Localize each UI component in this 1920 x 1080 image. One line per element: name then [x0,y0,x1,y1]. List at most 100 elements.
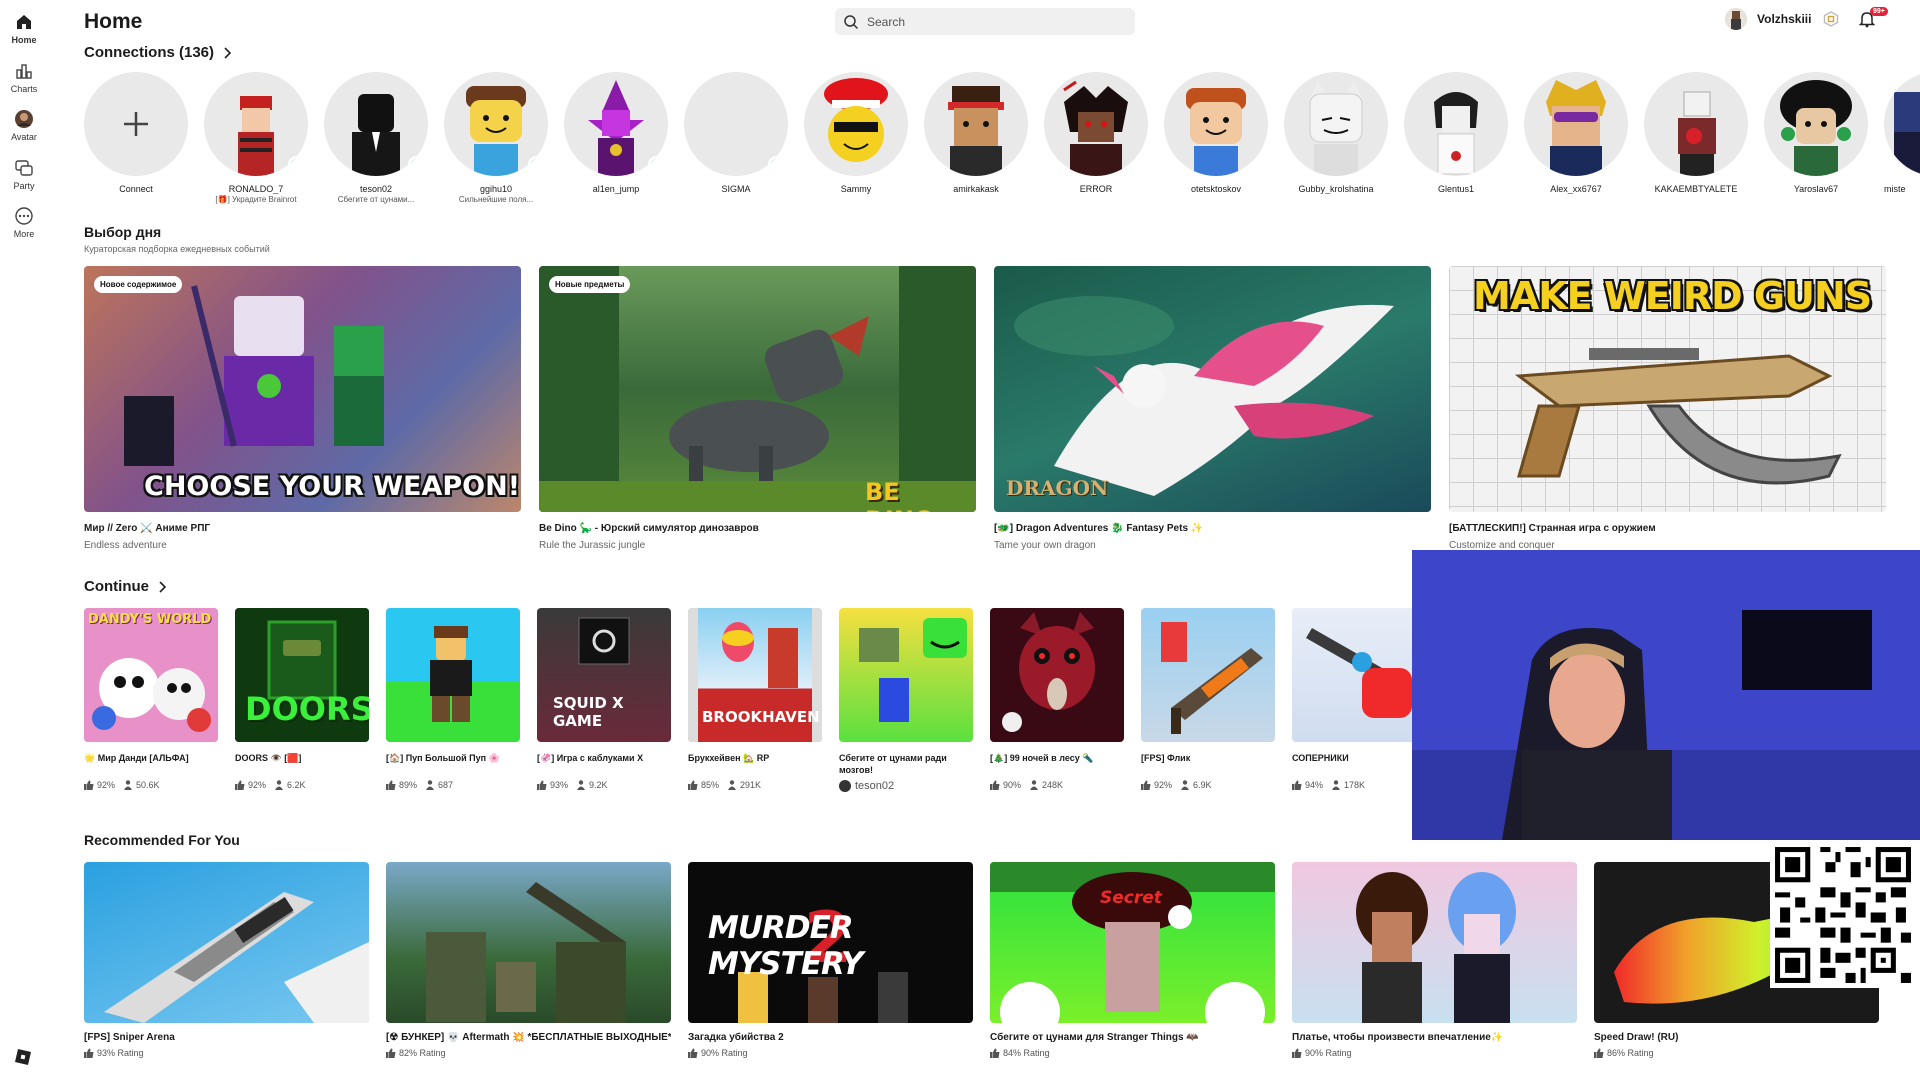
players-icon [1332,780,1341,790]
sidebar-item-charts[interactable]: Charts [0,61,48,94]
thumbs-up-icon [990,780,1000,790]
search-bar[interactable] [835,8,1135,35]
qr-code [1770,842,1916,988]
game-players: 6.9K [1193,780,1212,790]
avatar-image [1678,91,1716,176]
game-card[interactable]: [🎄] 99 ночей в лесу 🔦 90% 248K [990,608,1124,790]
robux-icon[interactable] [1823,11,1839,27]
featured-subtitle-text: Rule the Jurassic jungle [539,540,646,551]
game-rating: 90% [1003,780,1022,790]
connection-item[interactable]: SIGMA [684,72,788,194]
connection-item[interactable]: Sammy [804,72,908,194]
game-card[interactable]: DOORS DOORS 👁️ [🟥] 92% 6.2K [235,608,369,790]
featured-art [539,266,976,512]
avatar [1044,72,1148,176]
game-creator-name[interactable]: teson02 [855,780,894,792]
game-stats: 94% 178K [1292,780,1426,790]
game-card[interactable]: 2 MURDER MYSTERY Загадка убийства 2 90% … [688,862,973,1058]
connection-item[interactable]: al1en_jump [564,72,668,194]
game-stats: 85% 291K [688,780,822,790]
game-card[interactable]: [FPS] Флик 92% 6.9K [1141,608,1275,790]
connection-item[interactable]: KAKAEMBTYALETE [1644,72,1748,194]
game-rating: 90% Rating [1292,1048,1577,1058]
search-input[interactable] [867,14,1117,29]
continue-title[interactable]: Continue [84,578,167,595]
connection-item[interactable]: Alex_xx6767 [1524,72,1628,194]
avatar[interactable] [1725,8,1747,30]
connection-name: amirkakask [953,184,999,194]
featured-overlay-text: DRAGON [1006,476,1109,500]
connection-name: KAKAEMBTYALETE [1654,184,1738,194]
sidebar-item-avatar[interactable]: Avatar [0,109,48,142]
plus-icon [124,112,148,136]
avatar [444,72,548,176]
thumbs-up-icon [688,1048,698,1058]
sidebar-item-more[interactable]: More [0,206,48,239]
game-card[interactable]: [🏠] Пуп Большой Пуп 🌸 89% 687 [386,608,520,790]
game-thumbnail: DANDY'S WORLD [84,608,218,742]
game-name: Загадка убийства 2 [688,1032,784,1043]
featured-overlay-text: MAKE WEIRD GUNS [1473,274,1872,318]
game-stats: 89% 687 [386,780,520,790]
game-card[interactable]: Secret Сбегите от цунами для Stranger Th… [990,862,1275,1058]
game-players: 248K [1042,780,1064,790]
connection-name: Alex_xx6767 [1550,184,1602,194]
connection-item[interactable]: otetsktoskov [1164,72,1268,194]
featured-tag: Новые предметы [549,276,631,293]
username[interactable]: Volzhskiii [1757,12,1811,26]
game-card[interactable]: [☢ БУНКЕР] 💀 Aftermath 💥 *БЕСПЛАТНЫЕ ВЫХ… [386,862,671,1058]
connection-item[interactable]: Gubby_krolshatina [1284,72,1388,194]
sidebar-item-party[interactable]: Party [0,158,48,191]
thumbs-up-icon [537,780,547,790]
featured-card[interactable]: Новое содержимое CHOOSE YOUR WEAPON! Мир… [84,266,521,551]
game-thumbnail [386,608,520,742]
game-stats: 93% 9.2K [537,780,671,790]
connection-item[interactable]: miste [1884,72,1920,194]
featured-card[interactable]: DRAGON [🐲] Dragon Adventures 🐉 Fantasy P… [994,266,1431,551]
sidebar-item-home[interactable]: Home [0,12,48,45]
avatar [1164,72,1268,176]
game-art [1002,612,1095,732]
featured-card[interactable]: Новые предметы BE DINO Be Dino 🦕 - Юрски… [539,266,976,551]
featured-card[interactable]: MAKE WEIRD GUNS [БАТТЛЕСКИП!] Странная и… [1449,266,1886,551]
sidebar-item-label: More [13,229,35,239]
game-card[interactable]: SQUID X GAME [🦑] Игра с каблуками X 93% … [537,608,671,790]
game-rating-text: 90% Rating [701,1048,748,1058]
game-card[interactable]: BROOKHAVEN Брукхейвен 🏡 RP 85% 291K [688,608,822,790]
user-avatar-icon [1725,8,1747,30]
game-players: 687 [438,780,454,790]
game-card[interactable]: СОПЕРНИКИ 94% 178K [1292,608,1426,790]
game-thumbnail [1141,608,1275,742]
roblox-logo-icon[interactable] [14,1048,32,1066]
user-profile[interactable]: Volzhskiii [1725,8,1839,30]
game-card[interactable]: [FPS] Sniper Arena 93% Rating [84,862,369,1058]
online-indicator [768,156,785,173]
game-rating-text: 93% Rating [97,1048,144,1058]
game-thumbnail [1292,862,1577,1023]
featured-thumbnail: DRAGON [994,266,1431,512]
game-name: СОПЕРНИКИ [1292,753,1349,763]
connection-item[interactable]: Glentus1 [1404,72,1508,194]
game-card[interactable]: DANDY'S WORLD 🌟 Мир Данди [АЛЬФА] 92% 50… [84,608,218,790]
connection-item[interactable]: ERROR [1044,72,1148,194]
connection-item[interactable]: RONALDO_7 [🎁] Украдите Brainrot [204,72,308,204]
players-icon [577,780,586,790]
thumbs-up-icon [688,780,698,790]
game-card[interactable]: Платье, чтобы произвести впечатление✨ 90… [1292,862,1577,1058]
game-card[interactable]: Сбегите от цунами ради мозгов! teson02 [839,608,973,792]
game-thumbnail: DOORS [235,608,369,742]
connection-item[interactable]: Yaroslav67 [1764,72,1868,194]
game-overlay-text: DANDY'S WORLD [88,612,212,627]
connections-title[interactable]: Connections (136) [84,44,232,61]
connect-button[interactable]: Connect [84,72,188,194]
webcam-overlay [1412,550,1920,840]
connection-item[interactable]: ggihu10 Сильнейшие поля... [444,72,548,204]
connection-item[interactable]: amirkakask [924,72,1028,194]
connection-name: teson02 [359,184,393,194]
game-thumbnail [839,608,973,742]
connection-item[interactable]: teson02 Сбегите от цунами... [324,72,428,204]
connection-name: SIGMA [721,184,751,194]
game-overlay-text: Secret [1100,888,1162,908]
game-thumbnail: Secret [990,862,1275,1023]
players-icon [728,780,737,790]
